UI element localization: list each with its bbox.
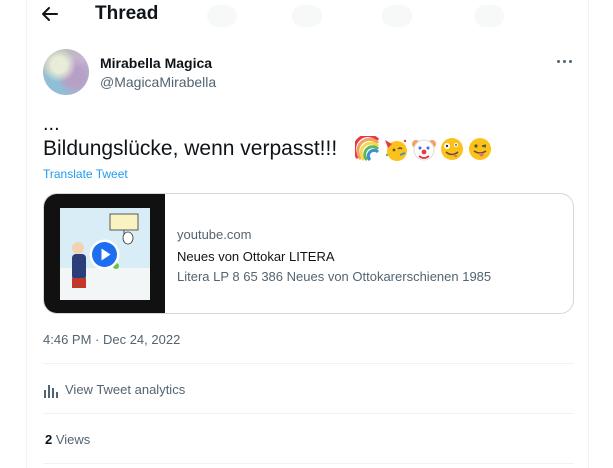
author-handle[interactable]: @MagicaMirabella xyxy=(100,74,216,90)
back-button[interactable] xyxy=(39,3,65,25)
header-placeholder xyxy=(474,5,504,27)
header-placeholder xyxy=(207,5,237,27)
divider xyxy=(43,413,574,414)
play-icon[interactable] xyxy=(89,239,120,270)
header-placeholder xyxy=(292,5,322,27)
rainbow-icon xyxy=(355,136,380,162)
thread-header: Thread xyxy=(27,0,590,30)
view-count: 2 Views xyxy=(45,432,90,447)
analytics-label: View Tweet analytics xyxy=(65,382,186,397)
more-dot-icon xyxy=(563,60,566,63)
tweet-text: Bildungslücke, wenn verpasst!!! xyxy=(43,137,338,160)
more-dot-icon xyxy=(557,60,560,63)
more-dot-icon xyxy=(569,60,572,63)
card-domain: youtube.com xyxy=(177,227,252,242)
tweet-timestamp[interactable]: 4:46 PM · Dec 24, 2022 xyxy=(43,332,180,347)
video-thumbnail[interactable] xyxy=(44,194,165,313)
zany-face-icon xyxy=(441,138,463,160)
view-count-number: 2 xyxy=(45,432,53,447)
view-count-label: Views xyxy=(55,432,91,447)
translate-tweet-link[interactable]: Translate Tweet xyxy=(43,167,128,181)
avatar[interactable] xyxy=(43,49,89,95)
thread-column: Thread Mirabella Magica @MagicaMirabella… xyxy=(26,0,589,468)
page-title: Thread xyxy=(95,3,159,24)
tweet-ellipsis: ... xyxy=(43,113,60,135)
more-options-button[interactable] xyxy=(555,52,575,70)
divider xyxy=(43,463,574,464)
author-name[interactable]: Mirabella Magica xyxy=(100,55,212,71)
card-description: Litera LP 8 65 386 Neues von Ottokarersc… xyxy=(177,269,492,284)
divider xyxy=(43,363,574,364)
header-placeholder xyxy=(382,5,412,27)
analytics-bars-icon xyxy=(44,385,58,398)
clown-face-icon xyxy=(412,139,436,161)
partying-face-icon xyxy=(385,139,407,161)
arrow-left-icon xyxy=(42,7,58,21)
card-title: Neues von Ottokar LITERA xyxy=(177,249,335,264)
link-preview-card[interactable]: youtube.com Neues von Ottokar LITERA Lit… xyxy=(43,193,574,314)
winking-tongue-icon xyxy=(469,138,491,160)
